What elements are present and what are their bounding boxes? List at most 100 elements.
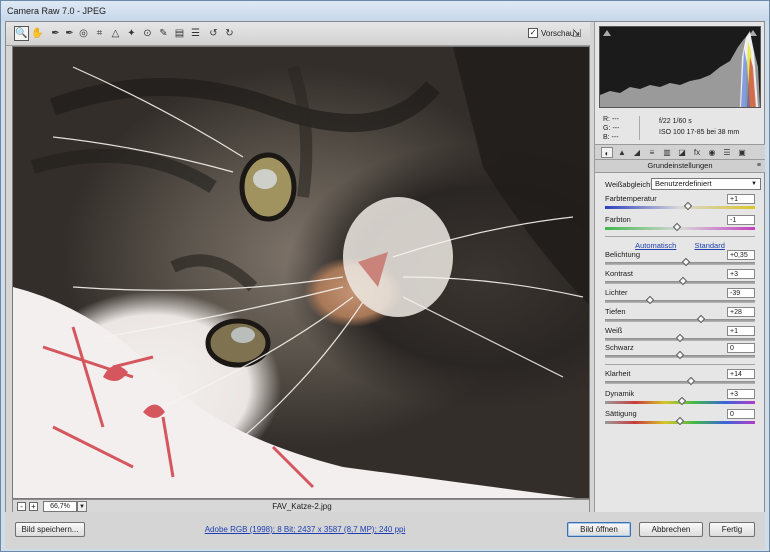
slider-value-field[interactable]: -1 <box>727 215 755 225</box>
slider-blacks: Schwarz 0 <box>605 343 755 362</box>
white-balance-label: Weißabgleich: <box>605 180 653 189</box>
slider-value-field[interactable]: 0 <box>727 343 755 353</box>
aperture-shutter: f/22 1/60 s <box>659 118 692 125</box>
rotate-left-icon[interactable]: ↺ <box>206 26 221 41</box>
adjustment-panel: R: --- G: --- B: --- f/22 1/60 s ISO 100… <box>594 22 765 514</box>
divider <box>605 236 755 237</box>
zoom-icon[interactable]: 🔍 <box>14 26 29 41</box>
lens-tab-icon[interactable]: ◪ <box>676 147 688 158</box>
slider-contrast: Kontrast +3 <box>605 269 755 288</box>
presets-tab-icon[interactable]: ☰ <box>721 147 733 158</box>
slider-value-field[interactable]: 0 <box>727 409 755 419</box>
panel-title-text: Grundeinstellungen <box>647 161 713 170</box>
slider-label: Kontrast <box>605 269 633 278</box>
targeted-adjustment-icon[interactable]: ◎ <box>76 26 91 41</box>
bottom-bar: Bild speichern... Adobe RGB (1998); 8 Bi… <box>5 512 765 549</box>
divider <box>605 364 755 365</box>
workflow-options-link[interactable]: Adobe RGB (1998); 8 Bit; 2437 x 3587 (8,… <box>155 525 455 534</box>
white-balance-row: Weißabgleich: Benutzerdefiniert ▼ <box>605 178 761 190</box>
slider-label: Farbtemperatur <box>605 194 657 203</box>
slider-exposure: Belichtung +0,35 <box>605 250 755 269</box>
slider-clarity: Klarheit +14 <box>605 369 755 388</box>
white-balance-icon[interactable]: ✒ <box>48 26 63 41</box>
slider-track[interactable] <box>605 381 755 384</box>
graduated-filter-icon[interactable]: ▤ <box>172 26 187 41</box>
color-sampler-icon[interactable]: ✒ <box>62 26 77 41</box>
white-balance-value: Benutzerdefiniert <box>655 179 712 188</box>
preview-checkbox[interactable]: ✓ <box>528 28 538 38</box>
detail-tab-icon[interactable]: ◢ <box>631 147 643 158</box>
readout-divider <box>639 116 640 140</box>
slider-value-field[interactable]: +0,35 <box>727 250 755 260</box>
red-eye-icon[interactable]: ⊙ <box>140 26 155 41</box>
slider-label: Dynamik <box>605 389 635 398</box>
slider-track[interactable] <box>605 262 755 265</box>
done-button[interactable]: Fertig <box>709 522 755 537</box>
slider-value-field[interactable]: +1 <box>727 194 755 204</box>
slider-temp: Farbtemperatur +1 <box>605 194 755 213</box>
preview-toggle[interactable]: ✓ Vorschau <box>528 28 574 38</box>
image-preview[interactable] <box>12 46 590 499</box>
slider-vibrance: Dynamik +3 <box>605 389 755 408</box>
slider-label: Farbton <box>605 215 631 224</box>
iso-lens: ISO 100 17-85 bei 38 mm <box>659 129 740 136</box>
readout-green: G: --- <box>603 125 620 132</box>
slider-label: Klarheit <box>605 369 631 378</box>
basic-tab-icon[interactable]: ◐ <box>601 147 613 158</box>
panel-tabs: ◐ ▲ ◢ ≡ ▥ ◪ fx ◉ ☰ ▣ <box>595 144 765 160</box>
auto-standard-links: Automatisch Standard <box>595 241 765 250</box>
slider-label: Weiß <box>605 326 623 335</box>
slider-label: Belichtung <box>605 250 641 259</box>
histogram-graph <box>600 31 760 107</box>
crop-icon[interactable]: ⌗ <box>92 26 107 41</box>
hand-icon[interactable]: ✋ <box>30 26 45 41</box>
snapshots-tab-icon[interactable]: ▣ <box>736 147 748 158</box>
white-balance-select[interactable]: Benutzerdefiniert ▼ <box>651 178 761 190</box>
effects-tab-icon[interactable]: fx <box>691 147 703 158</box>
spot-removal-icon[interactable]: ✦ <box>124 26 139 41</box>
slider-tint: Farbton -1 <box>605 215 755 234</box>
pixel-readout: R: --- G: --- B: --- f/22 1/60 s ISO 100… <box>599 110 761 144</box>
hsl-tab-icon[interactable]: ≡ <box>646 147 658 158</box>
open-image-button[interactable]: Bild öffnen <box>567 522 631 537</box>
straighten-icon[interactable]: △ <box>108 26 123 41</box>
readout-blue: B: --- <box>603 134 619 141</box>
kitten-photo <box>13 47 589 498</box>
slider-track[interactable] <box>605 319 755 322</box>
adjustment-brush-icon[interactable]: ✎ <box>156 26 171 41</box>
slider-highlights: Lichter -39 <box>605 288 755 307</box>
slider-track[interactable] <box>605 300 755 303</box>
split-toning-tab-icon[interactable]: ▥ <box>661 147 673 158</box>
client-area: 🔍✋✒✒◎⌗△✦⊙✎▤☰↺↻ ✓ Vorschau ⇲ <box>5 21 765 549</box>
slider-value-field[interactable]: -39 <box>727 288 755 298</box>
camera-raw-window: Camera Raw 7.0 - JPEG 🔍 ✋ ✒ ✒ ◎ ⌗ △ ✦ ⊙ ✎ ▤ ☰ ↺ ↻ ✓ V… <box>0 0 770 552</box>
standard-link[interactable]: Standard <box>694 241 724 250</box>
slider-value-field[interactable]: +14 <box>727 369 755 379</box>
save-image-button[interactable]: Bild speichern... <box>15 522 85 537</box>
tone-curve-tab-icon[interactable]: ▲ <box>616 147 628 158</box>
slider-value-field[interactable]: +3 <box>727 389 755 399</box>
cancel-button[interactable]: Abbrechen <box>639 522 703 537</box>
panel-menu-icon[interactable]: ≡ <box>757 160 761 172</box>
image-status-bar: - + 66,7% ▼ FAV_Katze-2.jpg <box>12 499 590 513</box>
histogram <box>599 26 761 108</box>
slider-label: Sättigung <box>605 409 637 418</box>
slider-shadows: Tiefen +28 <box>605 307 755 326</box>
slider-value-field[interactable]: +1 <box>727 326 755 336</box>
preview-label: Vorschau <box>541 28 575 38</box>
slider-track[interactable] <box>605 206 755 209</box>
auto-link[interactable]: Automatisch <box>635 241 676 250</box>
slider-value-field[interactable]: +28 <box>727 307 755 317</box>
camera-calibration-tab-icon[interactable]: ◉ <box>706 147 718 158</box>
toolbar: 🔍 ✋ ✒ ✒ ◎ ⌗ △ ✦ ⊙ ✎ ▤ ☰ ↺ ↻ ✓ Vorschau ⇲ <box>6 22 590 46</box>
window-title: Camera Raw 7.0 - JPEG <box>1 1 769 21</box>
image-filename: FAV_Katze-2.jpg <box>272 502 332 511</box>
slider-value-field[interactable]: +3 <box>727 269 755 279</box>
fullscreen-icon[interactable]: ⇲ <box>572 27 581 40</box>
slider-saturation: Sättigung 0 <box>605 409 755 428</box>
panel-title: Grundeinstellungen ≡ <box>595 160 765 173</box>
slider-label: Tiefen <box>605 307 626 316</box>
preferences-icon[interactable]: ☰ <box>188 26 203 41</box>
rotate-right-icon[interactable]: ↻ <box>222 26 237 41</box>
slider-label: Schwarz <box>605 343 634 352</box>
